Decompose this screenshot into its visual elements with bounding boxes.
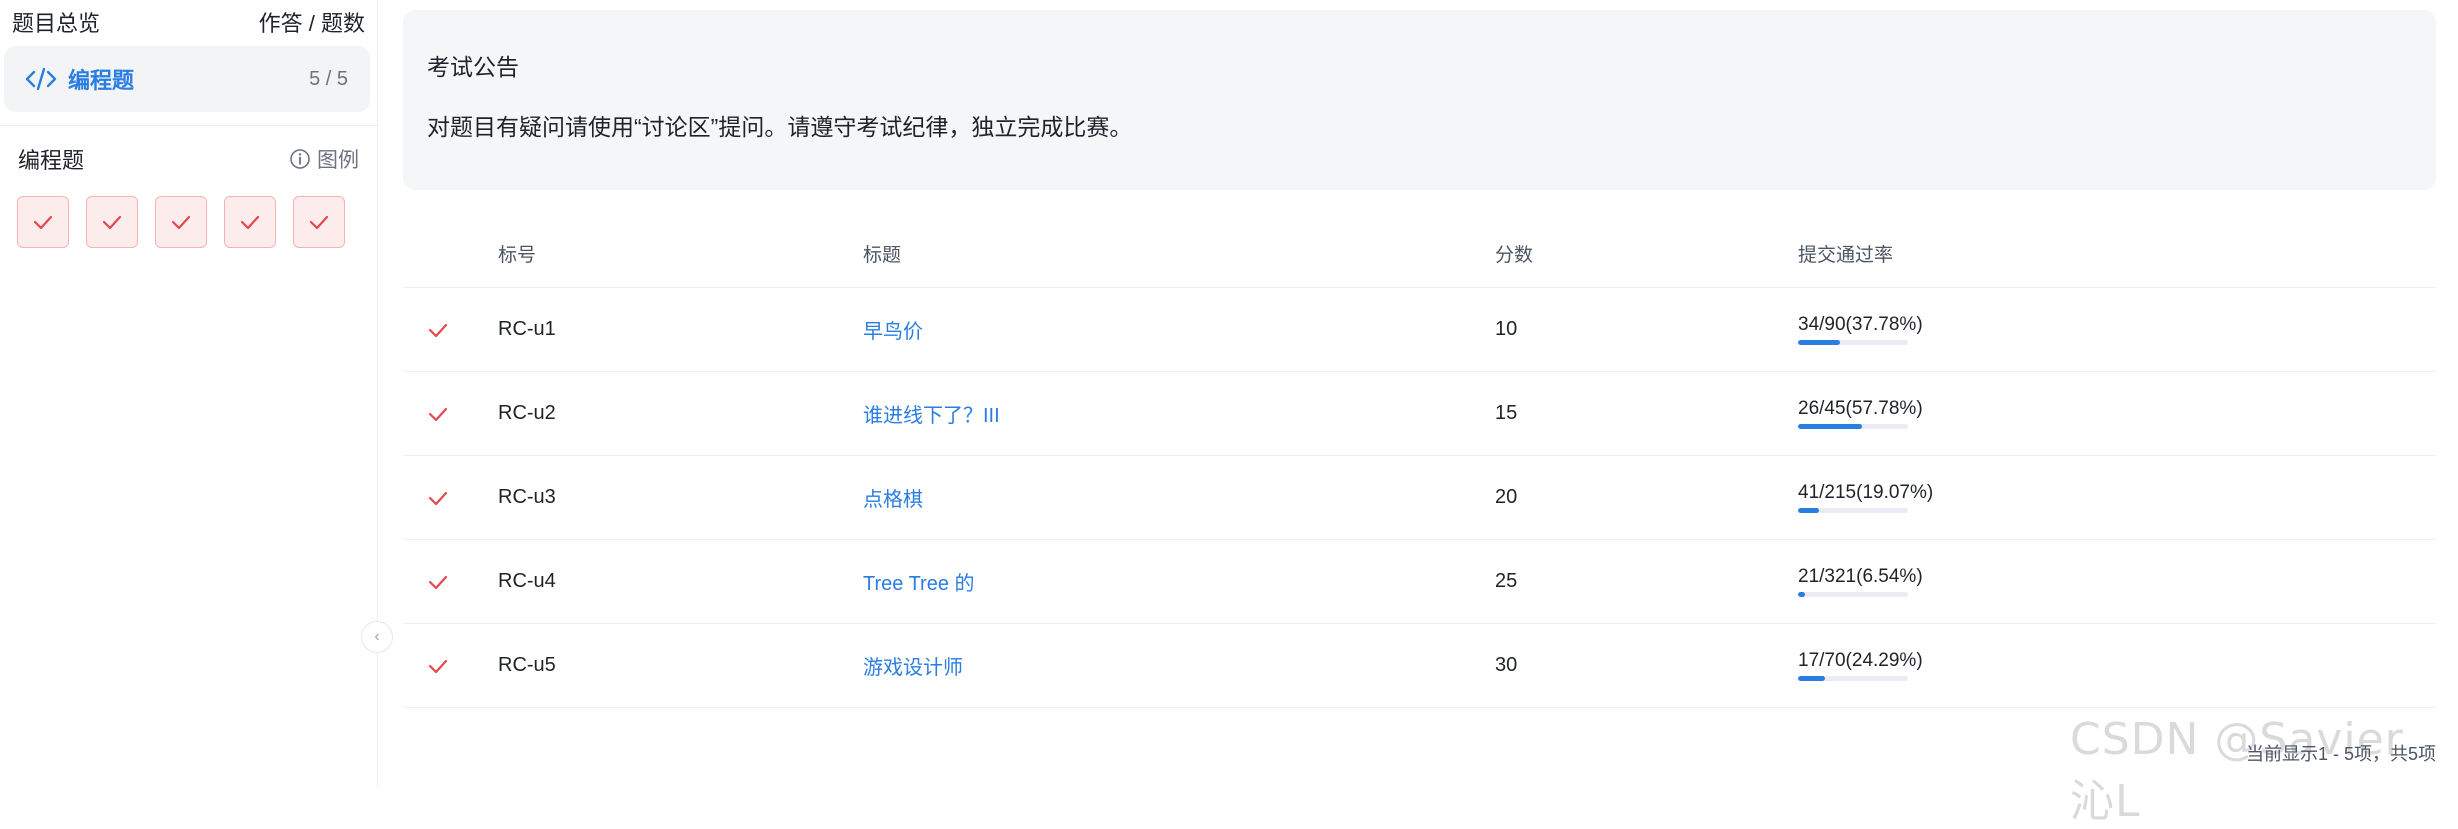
problem-title-link[interactable]: 游戏设计师: [863, 624, 963, 707]
table-row: RC-u3 点格棋 20 41/215(19.07%): [403, 456, 2436, 540]
problem-score: 10: [1495, 318, 1518, 340]
pass-rate-text: 34/90(37.78%): [1798, 314, 1923, 335]
pass-rate-cell: 34/90(37.78%): [1798, 288, 1923, 371]
pagination-info: 当前显示1 - 5项，共5项: [2245, 744, 2436, 764]
pass-rate-bar: [1798, 340, 1908, 345]
pass-rate-cell: 21/321(6.54%): [1798, 540, 1923, 623]
pass-rate-cell: 41/215(19.07%): [1798, 456, 1933, 539]
pass-rate-text: 26/45(57.78%): [1798, 398, 1923, 419]
problem-score: 30: [1495, 654, 1518, 676]
problem-id: RC-u4: [498, 570, 556, 592]
section-header: 编程题 图例: [18, 142, 359, 176]
chevron-left-icon: ‹: [374, 628, 380, 645]
status-cell: [427, 624, 467, 707]
header-score: 分数: [1495, 245, 1534, 266]
problem-score: 15: [1495, 402, 1518, 424]
pass-rate-bar: [1798, 424, 1908, 429]
pass-rate-bar: [1798, 508, 1908, 513]
check-icon: [428, 407, 448, 421]
problem-title-link[interactable]: Tree Tree 的: [863, 540, 975, 623]
check-icon: [428, 323, 448, 337]
question-box-2[interactable]: [86, 196, 138, 248]
question-box-1[interactable]: [17, 196, 69, 248]
pass-rate-bar: [1798, 592, 1908, 597]
watermark: CSDN @Savier 沁L: [2070, 714, 2404, 827]
question-overview-sidebar: 题目总览 作答 / 题数 编程题 5 / 5 编程题 图例: [0, 0, 378, 787]
check-icon: [102, 215, 122, 230]
table-row: RC-u4 Tree Tree 的 25 21/321(6.54%): [403, 540, 2436, 624]
problem-id: RC-u3: [498, 486, 556, 508]
category-count: 5 / 5: [309, 67, 348, 90]
table-header: 标号 标题 分数 提交通过率: [403, 220, 2436, 288]
category-label: 编程题: [68, 68, 135, 93]
pass-rate-cell: 17/70(24.29%): [1798, 624, 1923, 707]
check-icon: [33, 215, 53, 230]
problem-id: RC-u1: [498, 318, 556, 340]
pass-rate-fill: [1798, 424, 1862, 429]
legend-label: 图例: [317, 149, 359, 172]
check-icon: [428, 491, 448, 505]
pass-rate-bar: [1798, 676, 1908, 681]
check-icon: [240, 215, 260, 230]
check-icon: [171, 215, 191, 230]
problem-title-link[interactable]: 点格棋: [863, 456, 923, 539]
problem-score: 20: [1495, 486, 1518, 508]
table-row: RC-u5 游戏设计师 30 17/70(24.29%): [403, 624, 2436, 708]
check-icon: [309, 215, 329, 230]
pass-rate-fill: [1798, 676, 1825, 681]
status-cell: [427, 288, 467, 371]
pass-rate-fill: [1798, 340, 1840, 345]
question-box-3[interactable]: [155, 196, 207, 248]
table-row: RC-u1 早鸟价 10 34/90(37.78%): [403, 288, 2436, 372]
problem-id: RC-u2: [498, 402, 556, 424]
question-grid: [17, 196, 345, 248]
problem-table: 标号 标题 分数 提交通过率 RC-u1 早鸟价 10 34/90(37.78%…: [403, 220, 2436, 708]
sidebar-title: 题目总览: [12, 11, 101, 36]
pass-rate-fill: [1798, 508, 1819, 513]
header-pass-rate: 提交通过率: [1798, 245, 1894, 266]
status-cell: [427, 372, 467, 455]
pass-rate-text: 17/70(24.29%): [1798, 650, 1923, 671]
problem-id: RC-u5: [498, 654, 556, 676]
pass-rate-text: 41/215(19.07%): [1798, 482, 1934, 503]
answered-total-label: 作答 / 题数: [258, 11, 365, 36]
status-cell: [427, 456, 467, 539]
legend-button[interactable]: 图例: [289, 144, 359, 174]
question-box-4[interactable]: [224, 196, 276, 248]
exam-notice: 考试公告 对题目有疑问请使用“讨论区”提问。请遵守考试纪律，独立完成比赛。: [403, 10, 2436, 190]
problem-title-link[interactable]: 早鸟价: [863, 288, 923, 371]
sidebar-header: 题目总览 作答 / 题数: [12, 4, 365, 40]
sidebar-divider: [0, 125, 377, 126]
code-icon: [24, 64, 58, 94]
status-cell: [427, 540, 467, 623]
check-icon: [428, 659, 448, 673]
pass-rate-text: 21/321(6.54%): [1798, 566, 1923, 587]
pass-rate-fill: [1798, 592, 1806, 597]
section-title: 编程题: [18, 148, 85, 173]
question-box-5[interactable]: [293, 196, 345, 248]
header-id: 标号: [498, 245, 537, 266]
check-icon: [428, 575, 448, 589]
category-programming[interactable]: 编程题 5 / 5: [4, 46, 370, 112]
pass-rate-cell: 26/45(57.78%): [1798, 372, 1923, 455]
table-row: RC-u2 谁进线下了？III 15 26/45(57.78%): [403, 372, 2436, 456]
problem-score: 25: [1495, 570, 1518, 592]
problem-title-link[interactable]: 谁进线下了？III: [863, 372, 1000, 455]
notice-body: 对题目有疑问请使用“讨论区”提问。请遵守考试纪律，独立完成比赛。: [427, 114, 1133, 140]
notice-title: 考试公告: [427, 54, 519, 80]
collapse-sidebar-button[interactable]: ‹: [361, 621, 393, 653]
header-title: 标题: [863, 245, 902, 266]
info-icon: [289, 148, 311, 170]
